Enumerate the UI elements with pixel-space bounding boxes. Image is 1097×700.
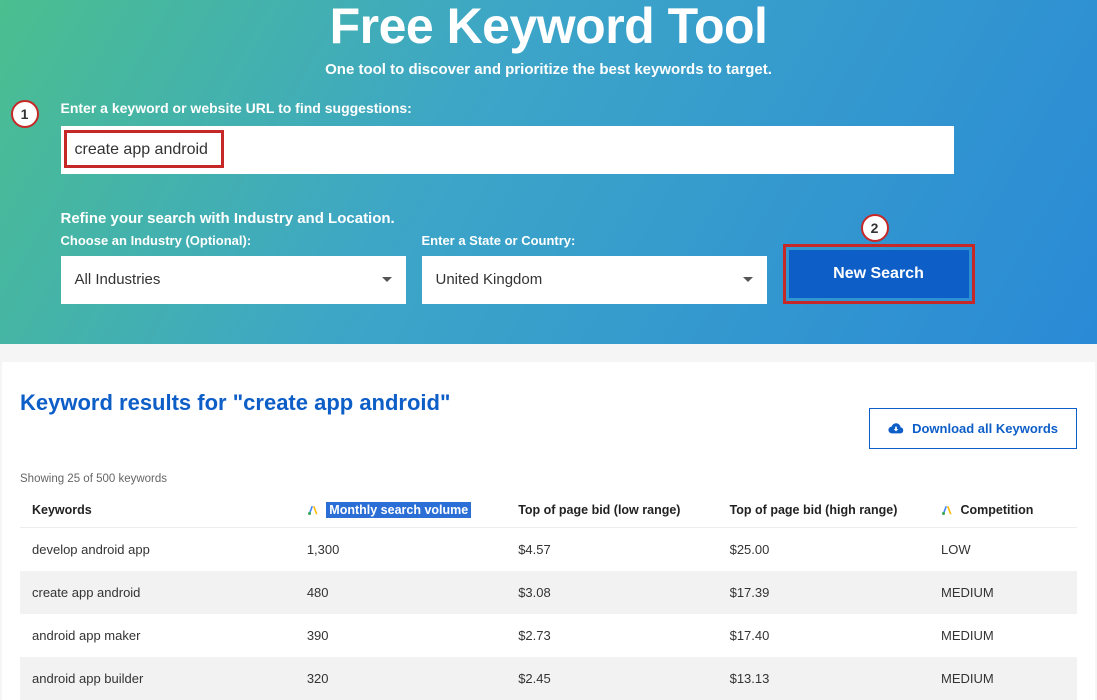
cell-comp: MEDIUM <box>929 571 1077 614</box>
download-label: Download all Keywords <box>912 421 1058 436</box>
cell-comp: MEDIUM <box>929 614 1077 657</box>
chevron-down-icon <box>382 277 392 282</box>
results-title: Keyword results for "create app android" <box>20 390 450 416</box>
keyword-input-label: Enter a keyword or website URL to find s… <box>61 100 1041 116</box>
cell-low: $4.57 <box>506 527 717 571</box>
download-keywords-button[interactable]: Download all Keywords <box>869 408 1077 449</box>
cell-vol: 480 <box>295 571 506 614</box>
table-row[interactable]: android app builder320$2.45$13.13MEDIUM <box>20 657 1077 700</box>
hero-section: Free Keyword Tool One tool to discover a… <box>0 0 1097 344</box>
results-panel: Keyword results for "create app android"… <box>2 362 1095 700</box>
search-form: 1 Enter a keyword or website URL to find… <box>57 100 1041 304</box>
cell-kw: android app builder <box>20 657 295 700</box>
refine-label: Refine your search with Industry and Loc… <box>61 210 1041 227</box>
table-row[interactable]: develop android app1,300$4.57$25.00LOW <box>20 527 1077 571</box>
cell-vol: 390 <box>295 614 506 657</box>
location-select[interactable]: United Kingdom <box>422 256 767 304</box>
cloud-download-icon <box>888 422 904 434</box>
page-subtitle: One tool to discover and prioritize the … <box>57 61 1041 78</box>
page-title: Free Keyword Tool <box>57 0 1041 53</box>
annotation-marker-1: 1 <box>11 100 39 128</box>
header-competition[interactable]: Competition <box>929 493 1077 528</box>
industry-value: All Industries <box>75 271 161 288</box>
header-keywords[interactable]: Keywords <box>20 493 295 528</box>
table-header-row: Keywords Monthly search volume Top of pa… <box>20 493 1077 528</box>
header-bid-high[interactable]: Top of page bid (high range) <box>718 493 929 528</box>
header-bid-low[interactable]: Top of page bid (low range) <box>506 493 717 528</box>
cell-high: $17.39 <box>718 571 929 614</box>
google-ads-icon <box>307 504 319 516</box>
table-row[interactable]: create app android480$3.08$17.39MEDIUM <box>20 571 1077 614</box>
cell-high: $25.00 <box>718 527 929 571</box>
cell-vol: 320 <box>295 657 506 700</box>
cell-low: $2.45 <box>506 657 717 700</box>
keyword-input[interactable] <box>61 126 954 174</box>
chevron-down-icon <box>743 277 753 282</box>
header-competition-text: Competition <box>960 503 1033 517</box>
cell-comp: LOW <box>929 527 1077 571</box>
table-row[interactable]: android app maker390$2.73$17.40MEDIUM <box>20 614 1077 657</box>
cell-kw: android app maker <box>20 614 295 657</box>
cell-comp: MEDIUM <box>929 657 1077 700</box>
cell-high: $17.40 <box>718 614 929 657</box>
cell-low: $2.73 <box>506 614 717 657</box>
industry-label: Choose an Industry (Optional): <box>61 233 406 248</box>
cell-kw: develop android app <box>20 527 295 571</box>
google-ads-icon <box>941 504 953 516</box>
location-value: United Kingdom <box>436 271 543 288</box>
keyword-table: Keywords Monthly search volume Top of pa… <box>20 493 1077 700</box>
location-label: Enter a State or Country: <box>422 233 767 248</box>
header-volume-text: Monthly search volume <box>326 502 471 518</box>
showing-count: Showing 25 of 500 keywords <box>20 473 1077 485</box>
cell-vol: 1,300 <box>295 527 506 571</box>
annotation-highlight-button: New Search <box>783 244 975 304</box>
cell-low: $3.08 <box>506 571 717 614</box>
cell-high: $13.13 <box>718 657 929 700</box>
industry-select[interactable]: All Industries <box>61 256 406 304</box>
cell-kw: create app android <box>20 571 295 614</box>
new-search-button[interactable]: New Search <box>789 250 969 298</box>
annotation-marker-2: 2 <box>861 214 889 242</box>
header-volume[interactable]: Monthly search volume <box>295 493 506 528</box>
